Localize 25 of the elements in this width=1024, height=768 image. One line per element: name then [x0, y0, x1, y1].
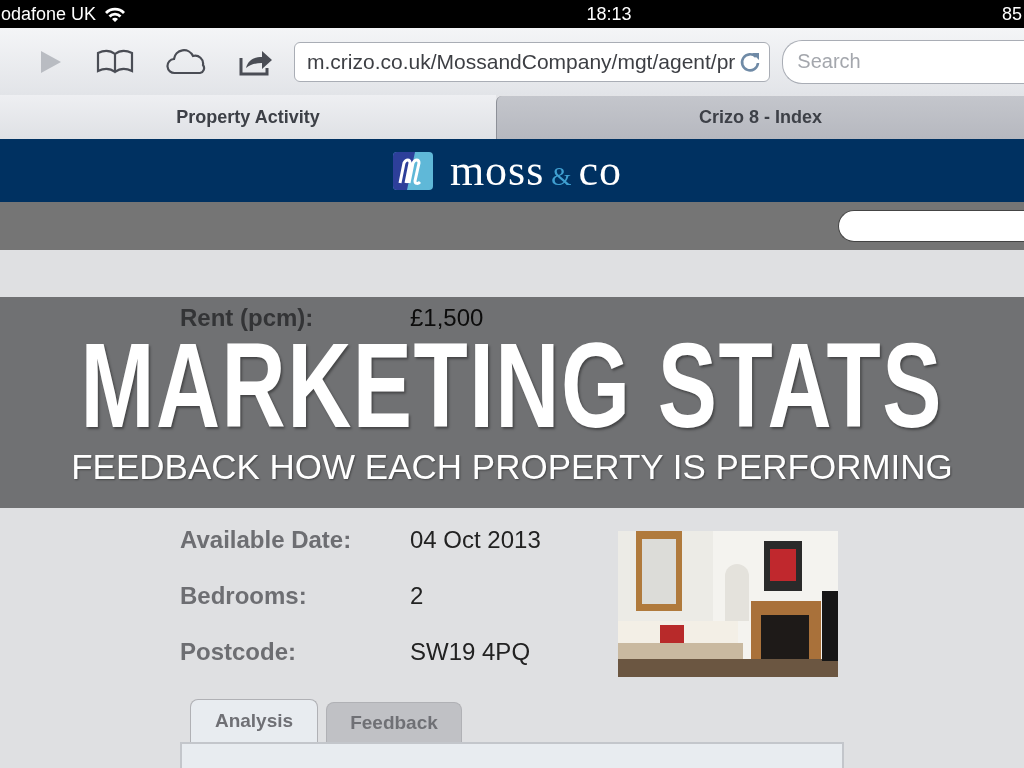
reload-icon[interactable]	[739, 50, 762, 73]
field-label: Postcode:	[180, 638, 297, 666]
book-icon[interactable]	[96, 48, 134, 75]
field-label: Available Date:	[180, 526, 353, 554]
battery-percent: 85	[1001, 3, 1022, 25]
logo-text: moss	[449, 145, 545, 196]
carrier-text: odafone UK	[1, 3, 97, 25]
slide-subtitle: FEEDBACK HOW EACH PROPERTY IS PERFORMING	[71, 447, 953, 487]
status-time: 18:13	[586, 3, 632, 25]
cloud-icon[interactable]	[166, 48, 206, 75]
logo-icon	[391, 150, 434, 191]
panel-tab[interactable]: Analysis	[190, 699, 318, 742]
logo-ampersand: &	[551, 162, 572, 192]
field-value: £1,500	[410, 304, 484, 332]
field-value: 04 Oct 2013	[410, 526, 541, 554]
browser-tab[interactable]: Crizo 8 - Index	[496, 96, 1024, 139]
field-value: SW19 4PQ	[410, 638, 531, 666]
search-field[interactable]	[838, 210, 1024, 242]
logo-text: co	[578, 145, 623, 196]
field-value: 2	[410, 582, 424, 610]
search-field[interactable]: Search	[782, 39, 1024, 84]
field-label: Bedrooms:	[180, 582, 308, 610]
wifi-icon	[104, 6, 127, 22]
address-bar[interactable]: m.crizo.co.uk/MossandCompany/mgt/agent/pr	[294, 41, 771, 82]
browser-tab[interactable]: Property Activity	[0, 95, 496, 139]
